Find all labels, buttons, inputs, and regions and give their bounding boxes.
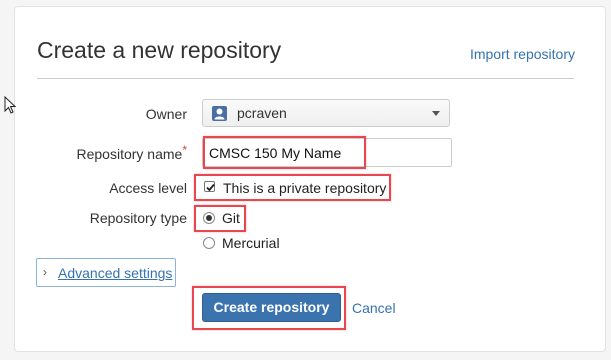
import-repository-link[interactable]: Import repository (470, 46, 575, 62)
advanced-settings-toggle[interactable]: › Advanced settings (36, 258, 176, 287)
repository-name-input[interactable] (202, 138, 452, 167)
radio-git[interactable] (203, 212, 215, 224)
repository-type-label: Repository type (89, 210, 187, 226)
chevron-right-icon: › (43, 265, 47, 279)
owner-select[interactable]: pcraven (202, 99, 450, 127)
advanced-settings-link[interactable]: Advanced settings (58, 265, 172, 281)
radio-mercurial[interactable] (203, 237, 215, 249)
required-marker: * (182, 143, 187, 157)
caret-down-icon (432, 111, 440, 116)
user-avatar-icon (212, 106, 227, 121)
private-repository-label[interactable]: This is a private repository (223, 180, 386, 196)
create-repository-button[interactable]: Create repository (202, 293, 341, 322)
private-repository-checkbox[interactable] (204, 181, 215, 192)
mouse-pointer-icon (4, 95, 17, 121)
owner-label: Owner (145, 106, 187, 122)
checkmark-icon (206, 183, 215, 192)
option-git-label[interactable]: Git (222, 210, 240, 226)
owner-value: pcraven (237, 105, 287, 121)
header-divider (37, 78, 574, 79)
cancel-link[interactable]: Cancel (352, 300, 396, 316)
option-mercurial-label[interactable]: Mercurial (222, 235, 280, 251)
repository-name-label-text: Repository name (76, 146, 183, 162)
repository-name-label: Repository name* (76, 143, 188, 162)
access-level-label: Access level (109, 180, 187, 196)
page-title: Create a new repository (37, 37, 282, 63)
